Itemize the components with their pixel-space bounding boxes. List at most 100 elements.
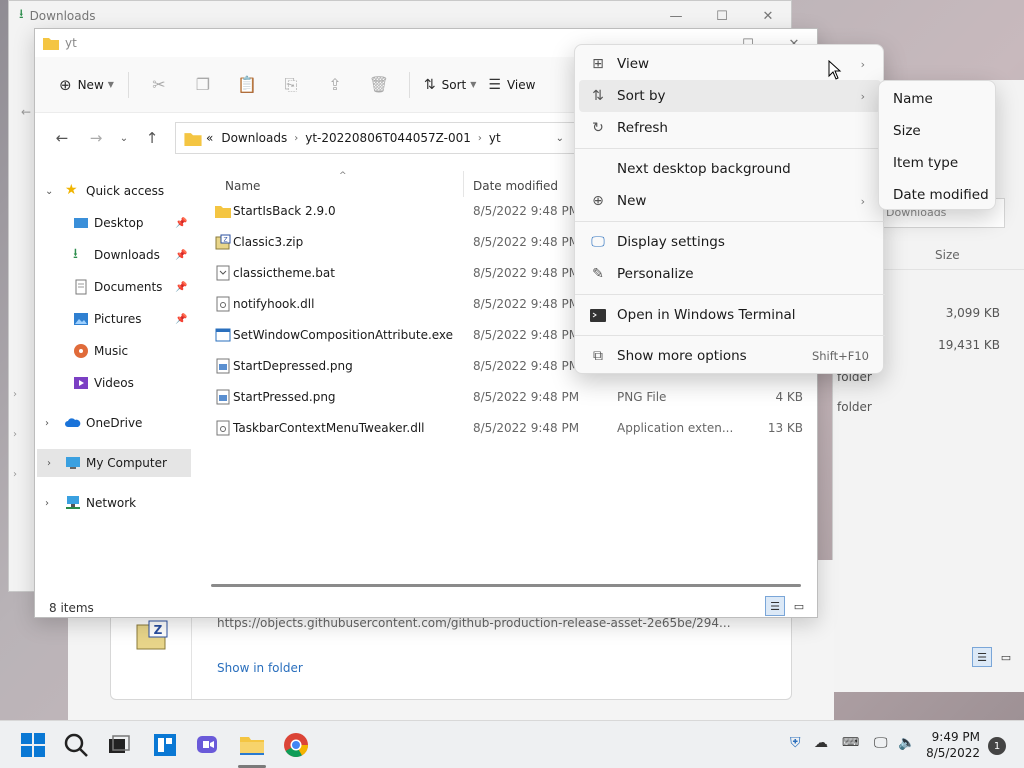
pin-icon[interactable]: 📌	[175, 218, 187, 229]
chrome-icon[interactable]	[282, 731, 310, 759]
close-button[interactable]: ✕	[745, 1, 791, 31]
menu-separator	[575, 221, 885, 222]
network-status-icon[interactable]: 🖵	[874, 735, 888, 751]
tiles-view-icon[interactable]: ▭	[789, 596, 809, 616]
file-date-modified: 8/5/2022 9:48 PM	[473, 266, 580, 280]
chevron-right-icon[interactable]: ›	[45, 418, 49, 429]
sidebar-item-music[interactable]: Music	[35, 337, 195, 365]
menu-item-label: Personalize	[617, 266, 694, 282]
sidebar-item-quick-access[interactable]: ⌄ ★ Quick access	[35, 177, 195, 205]
file-explorer-icon[interactable]	[238, 731, 266, 759]
clock-date: 8/5/2022	[926, 746, 980, 760]
submenu-item-name[interactable]: Name	[893, 91, 933, 107]
submenu-item-size[interactable]: Size	[893, 123, 921, 139]
recent-chevron-icon[interactable]: ⌄	[113, 123, 135, 153]
back-arrow-icon[interactable]: ←	[21, 105, 31, 119]
details-view-icon[interactable]: ☰	[765, 596, 785, 616]
horizontal-scrollbar[interactable]	[211, 584, 801, 587]
submenu-item-item-type[interactable]: Item type	[893, 155, 958, 171]
sidebar-item-videos[interactable]: Videos	[35, 369, 195, 397]
breadcrumb-item[interactable]: Downloads	[221, 131, 287, 145]
sidebar-item-label: My Computer	[86, 456, 167, 470]
copy-icon[interactable]: ❐	[181, 69, 225, 101]
chevron-down-icon[interactable]: ⌄	[556, 133, 564, 144]
up-arrow-icon[interactable]: ↑	[135, 123, 169, 153]
details-view-icon[interactable]: ☰	[972, 647, 992, 667]
widgets-icon[interactable]	[151, 731, 179, 759]
menu-item-refresh[interactable]: ↻ Refresh	[579, 112, 881, 144]
volume-icon[interactable]: 🔈	[898, 735, 915, 751]
breadcrumb-overflow[interactable]: «	[206, 131, 213, 145]
task-view-icon[interactable]	[105, 731, 133, 759]
paste-icon[interactable]: 📋	[225, 69, 269, 101]
chevron-down-icon[interactable]: ⌄	[45, 186, 53, 197]
chevron-right-icon[interactable]: ›	[478, 133, 482, 144]
sidebar-item-pictures[interactable]: Pictures 📌	[35, 305, 195, 333]
chevron-right-icon[interactable]: ›	[45, 498, 49, 509]
name-column-header[interactable]: Name	[225, 179, 260, 193]
menu-item-label: Next desktop background	[617, 161, 791, 177]
mouse-cursor-icon	[828, 60, 842, 80]
bat-icon	[216, 265, 230, 281]
menu-item-show-more-options[interactable]: ⧉ Show more options Shift+F10	[579, 340, 881, 372]
date-column-header[interactable]: Date modified	[473, 179, 558, 193]
cloud-offline-icon[interactable]: ☁	[814, 735, 828, 751]
cut-icon[interactable]: ✂	[137, 69, 181, 101]
maximize-button[interactable]: ☐	[699, 1, 745, 31]
sidebar-item-desktop[interactable]: Desktop 📌	[35, 209, 195, 237]
chevron-right-icon[interactable]: ›	[294, 133, 298, 144]
chat-icon[interactable]	[194, 731, 222, 759]
share-icon[interactable]: ⇪	[313, 69, 357, 101]
menu-item-display-settings[interactable]: 🖵 Display settings	[579, 226, 881, 258]
sidebar-item-onedrive[interactable]: › OneDrive	[35, 409, 195, 437]
menu-item-label: New	[617, 193, 647, 209]
file-name: classictheme.bat	[233, 266, 335, 280]
menu-item-next-background[interactable]: Next desktop background	[579, 153, 881, 185]
menu-item-sort-by[interactable]: ⇅ Sort by ›	[579, 80, 881, 112]
column-divider[interactable]	[463, 171, 464, 197]
breadcrumb-item[interactable]: yt	[489, 131, 501, 145]
file-date-modified: 8/5/2022 9:48 PM	[473, 204, 580, 218]
notification-badge[interactable]: 1	[988, 737, 1006, 755]
sort-button[interactable]: ⇅ Sort ▼	[418, 69, 483, 101]
back-arrow-icon[interactable]: ←	[45, 123, 79, 153]
expand-icon[interactable]: ›	[13, 389, 17, 400]
size-column-header[interactable]: Size	[935, 248, 960, 262]
separator	[408, 71, 410, 98]
file-row[interactable]: TaskbarContextMenuTweaker.dll 8/5/2022 9:…	[211, 413, 817, 444]
pin-icon[interactable]: 📌	[175, 282, 187, 293]
address-bar[interactable]: « Downloads › yt-20220806T044057Z-001 › …	[175, 122, 575, 154]
sidebar-item-my-computer[interactable]: › My Computer	[37, 449, 191, 477]
expand-icon[interactable]: ›	[13, 429, 17, 440]
menu-item-new[interactable]: ⊕ New ›	[579, 185, 881, 217]
keyboard-icon[interactable]: ⌨	[842, 735, 859, 749]
sidebar-item-documents[interactable]: Documents 📌	[35, 273, 195, 301]
sidebar-item-downloads[interactable]: ⭳ Downloads 📌	[35, 241, 195, 269]
start-button-icon[interactable]	[19, 731, 47, 759]
sort-icon: ⇅	[592, 88, 604, 104]
music-icon	[74, 344, 88, 358]
submenu-item-date-modified[interactable]: Date modified	[893, 187, 989, 203]
view-button[interactable]: ☰ View	[482, 69, 541, 101]
breadcrumb-item[interactable]: yt-20220806T044057Z-001	[305, 131, 471, 145]
pin-icon[interactable]: 📌	[175, 250, 187, 261]
delete-icon[interactable]: 🗑	[357, 69, 401, 101]
security-shield-icon[interactable]: ⛨	[790, 735, 801, 751]
search-icon[interactable]	[62, 731, 90, 759]
sidebar-item-label: Network	[86, 496, 137, 510]
show-in-folder-link[interactable]: Show in folder	[217, 661, 303, 675]
chevron-right-icon[interactable]: ›	[47, 458, 51, 469]
minimize-button[interactable]: —	[653, 1, 699, 31]
tiles-view-icon[interactable]: ▭	[996, 647, 1016, 667]
expand-icon[interactable]: ›	[13, 469, 17, 480]
sidebar-item-network[interactable]: › Network	[35, 489, 195, 517]
rename-icon[interactable]: ⎘	[269, 69, 313, 101]
forward-arrow-icon[interactable]: →	[79, 123, 113, 153]
view-icon: ☰	[488, 76, 501, 93]
file-row[interactable]: StartPressed.png 8/5/2022 9:48 PM PNG File…	[211, 382, 817, 413]
pin-icon[interactable]: 📌	[175, 314, 187, 325]
new-button[interactable]: ⊕ New ▼	[53, 69, 120, 101]
menu-item-personalize[interactable]: ✎ Personalize	[579, 258, 881, 290]
system-clock[interactable]: 9:49 PM 8/5/2022	[926, 729, 980, 761]
menu-item-open-terminal[interactable]: Open in Windows Terminal	[579, 299, 881, 331]
